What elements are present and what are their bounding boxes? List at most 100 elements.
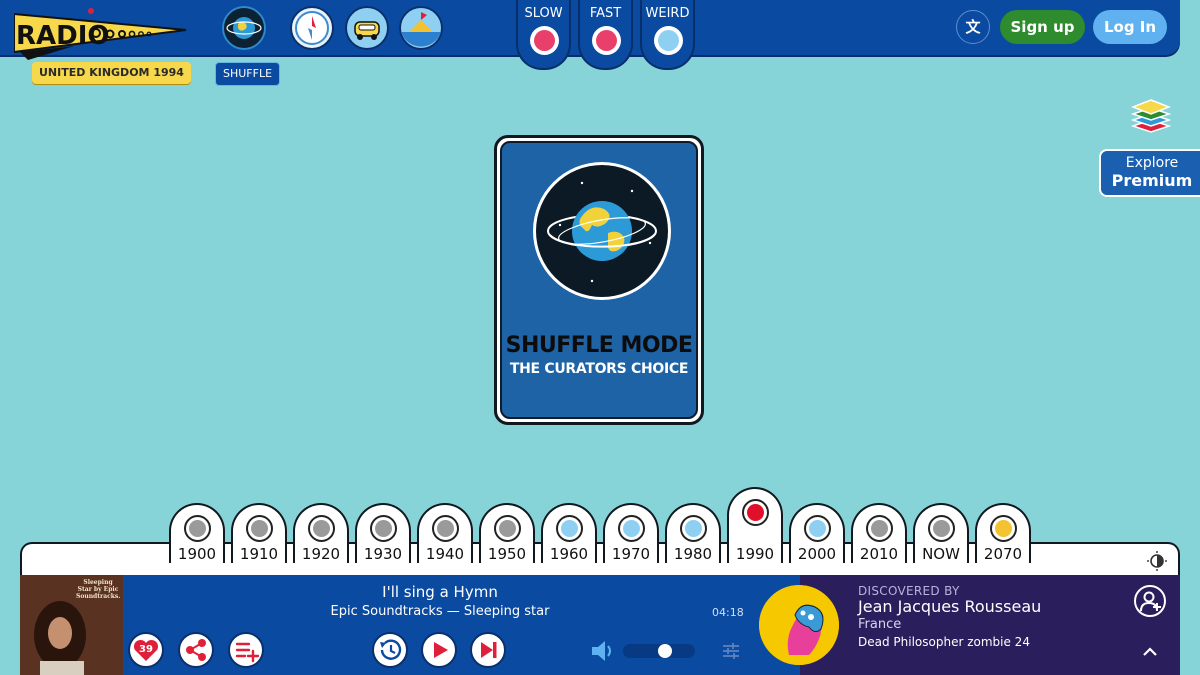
share-icon: [186, 639, 206, 661]
decade-tab-2010[interactable]: 2010: [851, 503, 907, 563]
decade-tab-2000[interactable]: 2000: [789, 503, 845, 563]
card-subtitle: THE CURATORS CHOICE: [509, 361, 689, 377]
curator-country: France: [858, 617, 902, 632]
curator-avatar[interactable]: [759, 585, 839, 665]
decade-light: [804, 515, 831, 542]
curator-portrait: [759, 585, 839, 665]
compass-icon[interactable]: [290, 6, 334, 50]
decade-tab-1950[interactable]: 1950: [479, 503, 535, 563]
share-button[interactable]: [178, 632, 214, 668]
decade-label: 2070: [983, 545, 1023, 563]
add-user-icon: [1140, 591, 1161, 612]
decade-tab-1930[interactable]: 1930: [355, 503, 411, 563]
playlist-add-icon: [235, 642, 260, 663]
equalizer-icon[interactable]: [721, 641, 741, 661]
decade-light: [928, 515, 955, 542]
decade-label: 2000: [797, 545, 837, 563]
login-button[interactable]: Log In: [1093, 10, 1167, 44]
play-icon: [434, 642, 448, 658]
decade-light: [742, 499, 769, 526]
decade-light: [184, 515, 211, 542]
speed-label: WEIRD: [645, 6, 690, 21]
decade-light: [618, 515, 645, 542]
decade-label: 1910: [239, 545, 279, 563]
country-year-badge[interactable]: UNITED KINGDOM 1994: [32, 62, 191, 84]
shuffle-globe-icon[interactable]: [222, 6, 266, 50]
track-title[interactable]: I'll sing a Hymn: [300, 583, 580, 601]
translate-icon[interactable]: 文: [956, 10, 990, 44]
card-title: SHUFFLE MODE: [505, 333, 693, 358]
history-icon: [380, 639, 402, 660]
decade-label: 1960: [549, 545, 589, 563]
layers-icon[interactable]: [1131, 98, 1171, 134]
history-button[interactable]: [372, 632, 408, 668]
decade-tab-1910[interactable]: 1910: [231, 503, 287, 563]
decade-label: 1920: [301, 545, 341, 563]
decade-tab-1940[interactable]: 1940: [417, 503, 473, 563]
play-button[interactable]: [421, 632, 457, 668]
decade-light: [494, 515, 521, 542]
taxi-icon[interactable]: [345, 6, 389, 50]
decade-label: 1950: [487, 545, 527, 563]
decade-label: 1900: [177, 545, 217, 563]
decade-tab-1920[interactable]: 1920: [293, 503, 349, 563]
chevron-up-icon[interactable]: [1140, 642, 1160, 662]
decade-label: 1970: [611, 545, 651, 563]
next-button[interactable]: [470, 632, 506, 668]
decade-light: [866, 515, 893, 542]
decade-light: [432, 515, 459, 542]
decade-tab-1900[interactable]: 1900: [169, 503, 225, 563]
speed-label: SLOW: [524, 6, 563, 21]
track-artist-album[interactable]: Epic Soundtracks — Sleeping star: [290, 604, 590, 619]
decade-tab-2070[interactable]: 2070: [975, 503, 1031, 563]
volume-knob[interactable]: [658, 644, 672, 658]
shuffle-mode-card[interactable]: SHUFFLE MODE THE CURATORS CHOICE: [494, 135, 704, 425]
card-face: SHUFFLE MODE THE CURATORS CHOICE: [500, 141, 698, 419]
decade-light: [556, 515, 583, 542]
decade-tab-now[interactable]: NOW: [913, 503, 969, 563]
skip-next-icon: [481, 642, 497, 658]
decade-label: 1930: [363, 545, 403, 563]
speed-indicator: [530, 26, 559, 55]
decade-light: [680, 515, 707, 542]
like-count: 39: [139, 644, 153, 655]
add-to-playlist-button[interactable]: [228, 632, 264, 668]
decade-tab-1960[interactable]: 1960: [541, 503, 597, 563]
decade-light: [246, 515, 273, 542]
radiooooo-logo[interactable]: RADIO: [14, 8, 190, 60]
shuffle-mode-badge[interactable]: SHUFFLE: [215, 62, 281, 86]
curator-name[interactable]: Jean Jacques Rousseau: [858, 597, 1041, 616]
decade-label: NOW: [922, 545, 960, 563]
decade-light: [370, 515, 397, 542]
speed-slow-tab[interactable]: SLOW: [516, 0, 571, 70]
decade-tab-1980[interactable]: 1980: [665, 503, 721, 563]
follow-curator-button[interactable]: [1134, 585, 1166, 617]
decade-label: 2010: [859, 545, 899, 563]
decade-label: 1980: [673, 545, 713, 563]
decade-label: 1990: [735, 545, 775, 563]
speed-weird-tab[interactable]: WEIRD: [640, 0, 695, 70]
decade-light: [308, 515, 335, 542]
like-button[interactable]: 39: [128, 632, 164, 668]
premium-line2: Premium: [1111, 171, 1193, 190]
album-cover[interactable]: Sleeping Star by Epic Soundtracks.: [20, 575, 123, 675]
island-icon[interactable]: [399, 6, 443, 50]
speed-fast-tab[interactable]: FAST: [578, 0, 633, 70]
globe-icon: [533, 162, 671, 300]
discovered-by-label: DISCOVERED BY: [858, 584, 960, 598]
decade-label: 1940: [425, 545, 465, 563]
track-time: 04:18: [712, 606, 744, 619]
curator-panel: [800, 575, 1180, 675]
volume-icon[interactable]: [590, 639, 616, 663]
speed-indicator: [592, 26, 621, 55]
speed-label: FAST: [589, 6, 622, 21]
decade-tab-1990[interactable]: 1990: [727, 487, 783, 563]
album-cover-text: Sleeping Star by Epic Soundtracks.: [76, 579, 121, 600]
explore-premium-button[interactable]: Explore Premium: [1099, 149, 1200, 197]
curator-show: Dead Philosopher zombie 24: [858, 635, 1030, 649]
speed-indicator: [654, 26, 683, 55]
contrast-icon[interactable]: [1147, 551, 1167, 571]
decade-tab-1970[interactable]: 1970: [603, 503, 659, 563]
signup-button[interactable]: Sign up: [1000, 10, 1085, 44]
decade-light: [990, 515, 1017, 542]
